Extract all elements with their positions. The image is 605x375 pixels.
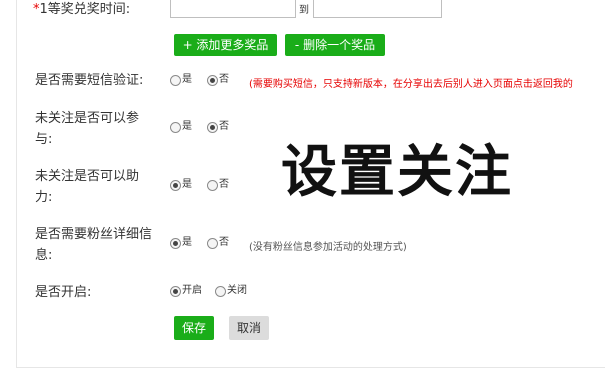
radio-selected-icon[interactable] [170, 237, 181, 249]
sms-verify-label: 是否需要短信验证: [35, 73, 144, 88]
follow-setting-overlay-text: 设置关注 [281, 139, 513, 205]
radio-icon[interactable] [215, 285, 226, 297]
save-button[interactable]: 保存 [174, 316, 214, 340]
radio-icon[interactable] [170, 121, 181, 133]
unfollow-help-label-line1: 未关注是否可以助 [35, 169, 140, 184]
prize-time-label: *1等奖兑奖时间: [33, 2, 131, 17]
sms-verify-yes-option[interactable]: 是 [170, 73, 192, 88]
to-label: 到 [299, 5, 309, 16]
delete-one-prize-button[interactable]: - 删除一个奖品 [285, 34, 385, 56]
fan-detail-hint: (没有粉丝信息参加活动的处理方式) [249, 242, 407, 253]
unfollow-join-label-line2: 与: [35, 132, 53, 147]
sms-verify-no-option[interactable]: 否 [207, 73, 229, 88]
unfollow-join-no-option[interactable]: 否 [207, 120, 229, 135]
enable-on-option[interactable]: 开启 [170, 284, 202, 299]
unfollow-join-label-line1: 未关注是否可以参 [35, 111, 140, 126]
radio-icon[interactable] [207, 179, 218, 191]
fan-detail-label-line2: 息: [35, 248, 53, 263]
radio-icon[interactable] [170, 74, 181, 86]
fan-detail-yes-option[interactable]: 是 [170, 236, 192, 251]
unfollow-help-no-option[interactable]: 否 [207, 178, 229, 193]
enable-off-option[interactable]: 关闭 [215, 284, 247, 299]
add-more-prizes-button[interactable]: + 添加更多奖品 [174, 34, 277, 56]
radio-selected-icon[interactable] [170, 179, 181, 191]
unfollow-join-yes-option[interactable]: 是 [170, 120, 192, 135]
prize-start-time-input[interactable] [170, 0, 296, 18]
prize-end-time-input[interactable] [313, 0, 442, 18]
radio-selected-icon[interactable] [207, 74, 218, 86]
radio-selected-icon[interactable] [170, 285, 181, 297]
cancel-button[interactable]: 取消 [229, 316, 269, 340]
unfollow-help-label-line2: 力: [35, 190, 53, 205]
enable-label: 是否开启: [35, 285, 92, 300]
unfollow-help-yes-option[interactable]: 是 [170, 178, 192, 193]
sms-verify-hint: (需要购买短信，只支持新版本，在分享出去后别人进入页面点击返回我的 [249, 79, 573, 90]
radio-selected-icon[interactable] [207, 121, 218, 133]
radio-icon[interactable] [207, 237, 218, 249]
fan-detail-label-line1: 是否需要粉丝详细信 [35, 227, 153, 242]
fan-detail-no-option[interactable]: 否 [207, 236, 229, 251]
